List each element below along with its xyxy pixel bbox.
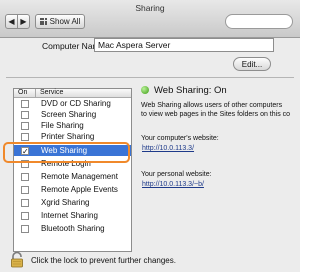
highlight-annotation bbox=[3, 142, 130, 163]
sharing-window: Sharing ◀ ▶ Show All Computer Name: Mac … bbox=[0, 0, 300, 272]
services-header: On Service bbox=[14, 89, 131, 98]
status-on-icon bbox=[141, 86, 149, 94]
checkbox[interactable] bbox=[21, 110, 29, 119]
service-row-printer-sharing[interactable]: Printer Sharing bbox=[14, 131, 131, 142]
forward-button[interactable]: ▶ bbox=[17, 14, 30, 29]
service-label: Printer Sharing bbox=[41, 132, 95, 141]
computer-website-label: Your computer's website: bbox=[141, 135, 219, 142]
service-row-file-sharing[interactable]: File Sharing bbox=[14, 120, 131, 131]
computer-name-field[interactable]: Mac Aspera Server bbox=[94, 38, 274, 52]
edit-button[interactable]: Edit... bbox=[233, 57, 271, 71]
service-label: Remote Management bbox=[41, 172, 118, 181]
checkbox[interactable] bbox=[21, 121, 29, 130]
show-all-label: Show All bbox=[49, 17, 81, 26]
service-label: File Sharing bbox=[41, 121, 84, 130]
service-row-xgrid-sharing[interactable]: Xgrid Sharing bbox=[14, 197, 131, 208]
header-separator bbox=[35, 89, 36, 98]
header-service[interactable]: Service bbox=[40, 89, 63, 96]
checkbox[interactable] bbox=[21, 99, 29, 108]
personal-website-link[interactable]: http://10.0.113.3/~b/ bbox=[142, 181, 204, 188]
service-row-screen-sharing[interactable]: Screen Sharing bbox=[14, 109, 131, 120]
checkbox[interactable] bbox=[21, 224, 29, 233]
web-sharing-status: Web Sharing: On bbox=[154, 85, 227, 96]
service-label: Internet Sharing bbox=[41, 211, 98, 220]
service-row-dvd-cd-sharing[interactable]: DVD or CD Sharing bbox=[14, 98, 131, 109]
lock-message: Click the lock to prevent further change… bbox=[31, 256, 176, 265]
checkbox[interactable] bbox=[21, 198, 29, 207]
service-row-remote-management[interactable]: Remote Management bbox=[14, 171, 131, 182]
checkbox[interactable] bbox=[21, 211, 29, 220]
header-on[interactable]: On bbox=[18, 89, 27, 96]
show-all-button[interactable]: Show All bbox=[35, 14, 85, 29]
checkbox[interactable] bbox=[21, 185, 29, 194]
search-field[interactable] bbox=[225, 14, 293, 29]
checkbox[interactable] bbox=[21, 172, 29, 181]
description-line: Web Sharing allows users of other comput… bbox=[141, 102, 283, 109]
toolbar: Sharing ◀ ▶ Show All bbox=[0, 0, 300, 38]
personal-website-label: Your personal website: bbox=[141, 171, 212, 178]
description-line: to view web pages in the Sites folders o… bbox=[141, 111, 291, 118]
service-label: Bluetooth Sharing bbox=[41, 224, 105, 233]
service-row-remote-apple-events[interactable]: Remote Apple Events bbox=[14, 184, 131, 195]
service-row-internet-sharing[interactable]: Internet Sharing bbox=[14, 210, 131, 221]
service-row-bluetooth-sharing[interactable]: Bluetooth Sharing bbox=[14, 223, 131, 234]
computer-website-link[interactable]: http://10.0.113.3/ bbox=[142, 145, 194, 152]
service-label: Xgrid Sharing bbox=[41, 198, 90, 207]
divider bbox=[6, 77, 294, 78]
service-label: Screen Sharing bbox=[41, 110, 97, 119]
services-list: On Service DVD or CD Sharing Screen Shar… bbox=[13, 88, 132, 252]
window-title: Sharing bbox=[135, 3, 165, 13]
service-label: Remote Apple Events bbox=[41, 185, 118, 194]
web-sharing-description: Web Sharing allows users of other comput… bbox=[141, 101, 300, 119]
service-label: DVD or CD Sharing bbox=[41, 99, 111, 108]
lock-icon[interactable] bbox=[10, 252, 24, 268]
checkbox[interactable] bbox=[21, 132, 29, 141]
grid-icon bbox=[39, 18, 47, 25]
